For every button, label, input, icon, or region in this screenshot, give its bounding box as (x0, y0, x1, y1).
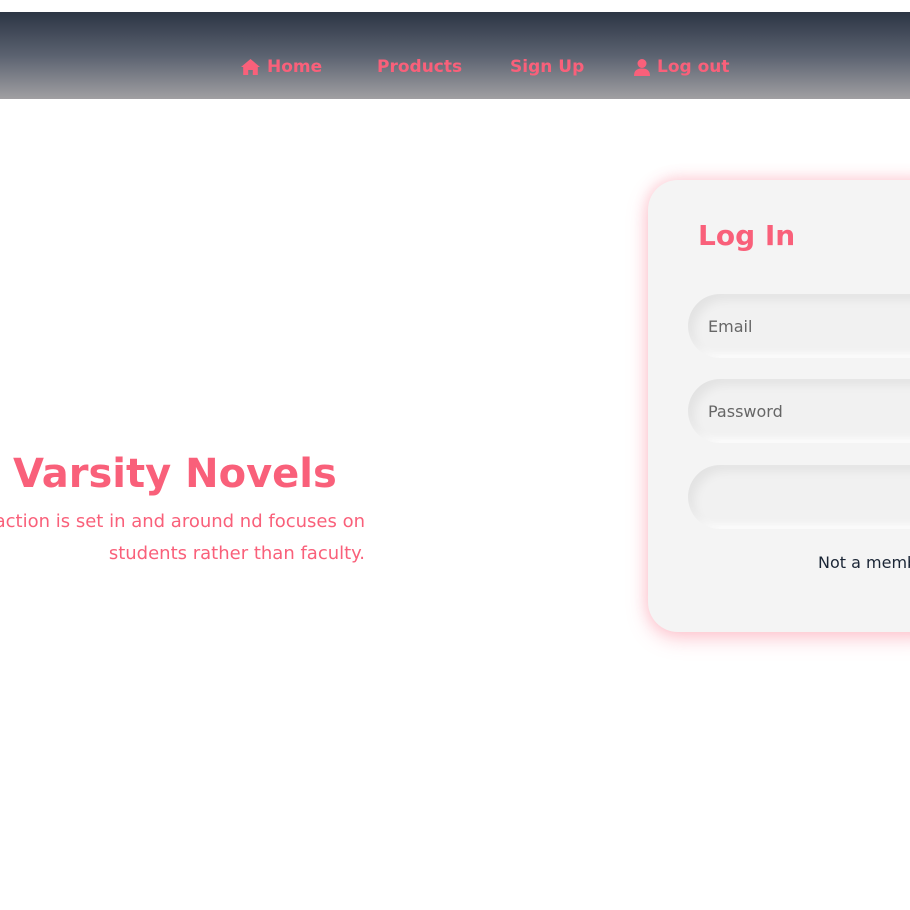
password-field[interactable] (688, 379, 910, 443)
user-icon (634, 58, 650, 76)
nav-signup-link[interactable]: Sign Up (510, 55, 584, 79)
page: Home Products Sign Up Log out Varsity No… (0, 0, 910, 910)
login-submit-button[interactable] (688, 465, 910, 529)
hero-description: ose main action is set in and around nd … (0, 511, 365, 564)
login-title: Log In (698, 219, 796, 252)
nav-products-link[interactable]: Products (377, 55, 462, 79)
nav-logout-label: Log out (657, 57, 730, 77)
navbar: Home Products Sign Up Log out (0, 12, 910, 99)
email-field[interactable] (688, 294, 910, 358)
nav-signup-label: Sign Up (510, 57, 585, 77)
nav-products-label: Products (377, 57, 463, 77)
signup-prompt: Not a memb (818, 553, 910, 572)
nav-home-label: Home (267, 57, 323, 77)
home-icon (241, 59, 260, 75)
nav-logout-link[interactable]: Log out (634, 55, 730, 79)
nav-home-link[interactable]: Home (241, 55, 322, 79)
hero-title: Varsity Novels (13, 451, 337, 497)
login-card: Log In Not a memb (648, 180, 910, 632)
